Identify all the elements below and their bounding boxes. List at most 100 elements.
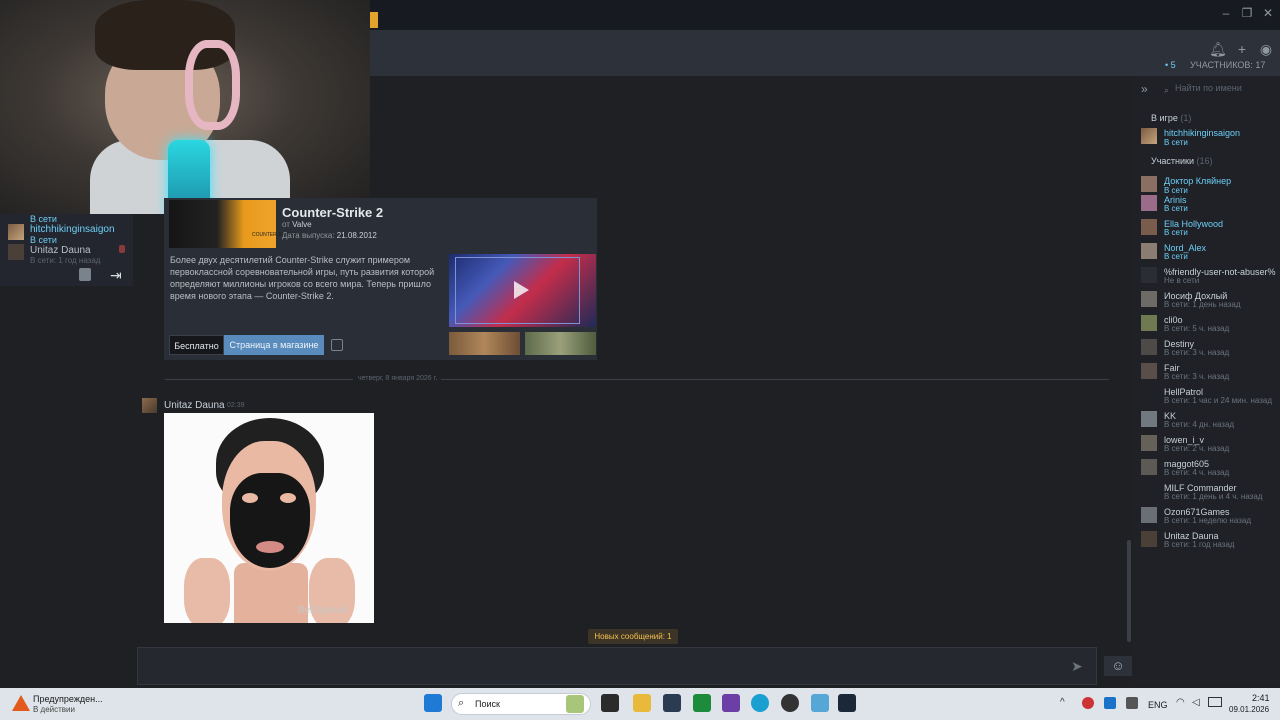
left-item-name[interactable]: Unitaz Dauna [30, 245, 91, 256]
screenshot-thumbnail[interactable] [449, 332, 520, 355]
maximize-icon[interactable]: ❐ [1240, 6, 1254, 20]
member-name[interactable]: hitchhikinginsaigon [1164, 128, 1240, 138]
chevron-up-icon[interactable]: ^ [1060, 697, 1065, 708]
photo-lips [256, 541, 284, 553]
member-status: В сети: 3 ч. назад [1164, 372, 1230, 381]
ingame-label: В игре [1151, 113, 1178, 123]
send-icon[interactable]: ➤ [1071, 658, 1083, 675]
battery-icon[interactable] [1208, 697, 1222, 707]
avatar[interactable] [1141, 459, 1157, 475]
photo-eye [242, 493, 258, 503]
tray-icon[interactable] [1104, 697, 1116, 709]
member-search-input[interactable]: Найти по имени [1175, 83, 1280, 97]
members-label: Участники [1151, 156, 1194, 166]
copy-link-icon[interactable] [331, 339, 343, 351]
member-status: В сети [1164, 186, 1188, 195]
clock-date[interactable]: 09.01.2026 [1229, 705, 1269, 714]
close-icon[interactable]: ✕ [1261, 6, 1275, 20]
windows-start-icon[interactable] [424, 694, 442, 712]
avatar[interactable] [1141, 219, 1157, 235]
avatar[interactable] [1141, 507, 1157, 523]
store-page-button[interactable]: Страница в магазине [224, 335, 324, 355]
add-friend-icon[interactable]: + [1234, 41, 1250, 57]
volume-icon[interactable]: ◁ [1192, 697, 1200, 708]
taskbar-search-text[interactable]: Поиск [475, 699, 500, 709]
bell-icon[interactable]: 🔔︎ [1209, 41, 1227, 57]
message-sender[interactable]: Unitaz Dauna [164, 400, 225, 411]
avatar[interactable] [1141, 267, 1157, 283]
screenshot-thumbnail[interactable] [525, 332, 596, 355]
game-title[interactable]: Counter-Strike 2 [282, 205, 383, 220]
clock-time[interactable]: 2:41 [1252, 693, 1270, 703]
exit-icon[interactable]: ⇥ [110, 267, 122, 284]
tray-icon[interactable] [1082, 697, 1094, 709]
game-cover[interactable] [169, 200, 276, 248]
online-count: 5 [1170, 60, 1176, 70]
avatar[interactable] [1141, 315, 1157, 331]
steam-icon[interactable] [838, 694, 856, 712]
avatar[interactable] [1141, 531, 1157, 547]
avatar[interactable] [1141, 411, 1157, 427]
member-status: В сети: 1 час и 24 мин. назад [1164, 396, 1273, 405]
photo-watermark: BelOptovik [298, 605, 347, 616]
chat-scrollbar[interactable] [1127, 540, 1131, 642]
message-time: 02:39 [227, 402, 245, 409]
edge-icon[interactable] [751, 694, 769, 712]
voice-chat-icon[interactable]: ◉ [1258, 41, 1274, 57]
app-icon[interactable] [722, 694, 740, 712]
new-messages-badge[interactable]: Новых сообщений: 1 [588, 629, 678, 644]
warning-icon[interactable] [12, 695, 30, 711]
notepad-icon[interactable] [811, 694, 829, 712]
avatar[interactable] [1141, 387, 1157, 403]
free-button[interactable]: Бесплатно [169, 335, 224, 355]
task-view-icon[interactable] [601, 694, 619, 712]
avatar[interactable] [8, 224, 24, 240]
avatar[interactable] [8, 244, 24, 260]
left-item-name[interactable]: hitchhikinginsaigon [30, 224, 115, 235]
minimize-icon[interactable]: – [1219, 6, 1233, 20]
wifi-icon[interactable]: ◠ [1176, 697, 1185, 708]
left-item-status: В сети: 1 год назад [30, 256, 101, 265]
app-icon[interactable] [663, 694, 681, 712]
language-indicator[interactable]: ENG [1148, 700, 1168, 710]
search-icon: ⌕ [1164, 85, 1170, 95]
message-image[interactable]: BelOptovik [164, 413, 374, 623]
avatar[interactable] [1141, 243, 1157, 259]
avatar[interactable] [1141, 128, 1157, 144]
member-status: В сети: 1 день назад [1164, 300, 1241, 309]
app-icon[interactable] [781, 694, 799, 712]
avatar[interactable] [1141, 291, 1157, 307]
webcam-overlay [0, 0, 370, 214]
widget-icon[interactable] [566, 695, 584, 713]
member-status: В сети: 4 ч. назад [1164, 468, 1230, 477]
photo-hand [184, 558, 230, 623]
avatar[interactable] [1141, 483, 1157, 499]
tray-icon[interactable] [1126, 697, 1138, 709]
message-input[interactable] [137, 647, 1097, 685]
xbox-icon[interactable] [693, 694, 711, 712]
release-date: 21.08.2012 [336, 231, 377, 240]
warning-title[interactable]: Предупрежден... [33, 694, 103, 704]
collapse-icon[interactable]: » [1141, 82, 1148, 96]
member-status: В сети [1164, 138, 1188, 147]
avatar[interactable] [1141, 363, 1157, 379]
avatar[interactable] [1141, 435, 1157, 451]
sender-avatar[interactable] [142, 398, 157, 413]
avatar[interactable] [1141, 339, 1157, 355]
emoji-icon[interactable]: ☺ [1104, 656, 1132, 676]
member-name[interactable]: Доктор Кляйнер [1164, 176, 1231, 186]
ingame-count: (1) [1180, 113, 1192, 123]
avatar[interactable] [1141, 176, 1157, 192]
headphones [185, 40, 240, 130]
play-icon[interactable] [514, 281, 529, 299]
file-explorer-icon[interactable] [633, 694, 651, 712]
avatar[interactable] [1141, 195, 1157, 211]
member-status: В сети [1164, 204, 1188, 213]
calendar-icon[interactable] [79, 268, 91, 281]
member-status: Не в сети [1164, 276, 1200, 285]
developer-prefix: от [282, 220, 290, 229]
app-logo-fragment [370, 12, 378, 28]
member-status: В сети: 2 ч. назад [1164, 444, 1230, 453]
online-dot: • [1165, 60, 1169, 70]
online-indicator: • 5 [1165, 60, 1176, 70]
